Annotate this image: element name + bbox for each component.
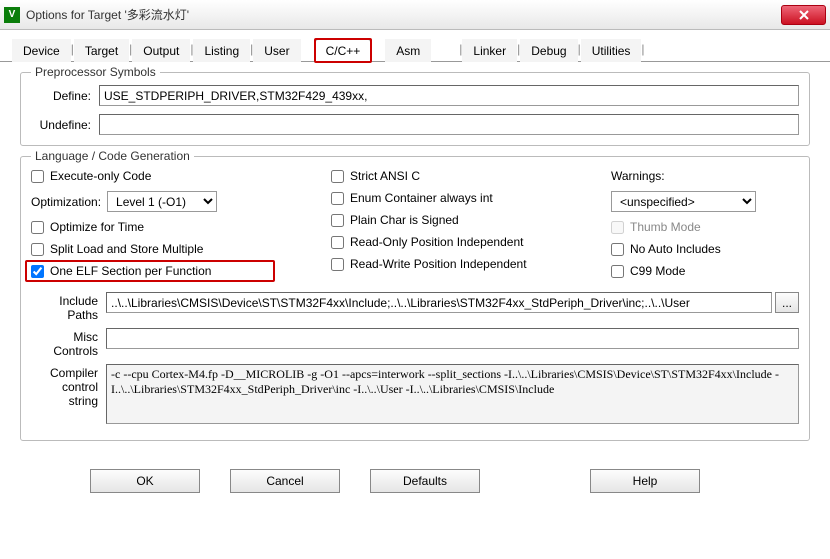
- app-icon: V: [4, 7, 20, 23]
- undefine-label: Undefine:: [31, 118, 99, 132]
- tab-c-cpp[interactable]: C/C++: [315, 39, 372, 62]
- enum-container-checkbox[interactable]: Enum Container always int: [331, 191, 591, 205]
- thumb-checkbox: Thumb Mode: [611, 220, 791, 234]
- optimization-label: Optimization:: [31, 195, 101, 209]
- include-paths-input[interactable]: [106, 292, 772, 313]
- optimize-time-checkbox[interactable]: Optimize for Time: [31, 220, 311, 234]
- c99-checkbox[interactable]: C99 Mode: [611, 264, 791, 278]
- ok-button[interactable]: OK: [90, 469, 200, 493]
- language-group: Language / Code Generation Execute-only …: [20, 156, 810, 441]
- tab-user[interactable]: User: [253, 39, 300, 62]
- compiler-string-label: Compiler control string: [31, 364, 106, 408]
- rw-pos-checkbox[interactable]: Read-Write Position Independent: [331, 257, 591, 271]
- strict-ansi-checkbox[interactable]: Strict ANSI C: [331, 169, 591, 183]
- no-auto-checkbox[interactable]: No Auto Includes: [611, 242, 791, 256]
- define-input[interactable]: [99, 85, 799, 106]
- warnings-label: Warnings:: [611, 169, 791, 183]
- tab-bar: Device| Target| Output| Listing| User C/…: [0, 30, 830, 62]
- warnings-combo[interactable]: <unspecified>: [611, 191, 756, 212]
- ro-pos-checkbox[interactable]: Read-Only Position Independent: [331, 235, 591, 249]
- tab-output[interactable]: Output: [132, 39, 190, 62]
- tab-listing[interactable]: Listing: [193, 39, 250, 62]
- misc-controls-label: Misc Controls: [31, 328, 106, 358]
- undefine-input[interactable]: [99, 114, 799, 135]
- tab-debug[interactable]: Debug: [520, 39, 577, 62]
- compiler-string-text: -c --cpu Cortex-M4.fp -D__MICROLIB -g -O…: [106, 364, 799, 424]
- titlebar: V Options for Target '多彩流水灯': [0, 0, 830, 30]
- cancel-button[interactable]: Cancel: [230, 469, 340, 493]
- execute-only-checkbox[interactable]: Execute-only Code: [31, 169, 311, 183]
- include-paths-browse[interactable]: ...: [775, 292, 799, 313]
- defaults-button[interactable]: Defaults: [370, 469, 480, 493]
- preprocessor-group: Preprocessor Symbols Define: Undefine:: [20, 72, 810, 146]
- tab-utilities[interactable]: Utilities: [581, 39, 642, 62]
- tab-device[interactable]: Device: [12, 39, 71, 62]
- tab-target[interactable]: Target: [74, 39, 129, 62]
- define-label: Define:: [31, 89, 99, 103]
- plain-char-checkbox[interactable]: Plain Char is Signed: [331, 213, 591, 227]
- tab-asm[interactable]: Asm: [385, 39, 431, 62]
- footer: OK Cancel Defaults Help: [0, 461, 830, 493]
- optimization-combo[interactable]: Level 1 (-O1): [107, 191, 217, 212]
- split-load-checkbox[interactable]: Split Load and Store Multiple: [31, 242, 311, 256]
- close-button[interactable]: [781, 5, 826, 25]
- include-paths-label: Include Paths: [31, 292, 106, 322]
- one-elf-checkbox[interactable]: One ELF Section per Function: [31, 264, 311, 278]
- help-button[interactable]: Help: [590, 469, 700, 493]
- window-title: Options for Target '多彩流水灯': [26, 6, 781, 23]
- preprocessor-title: Preprocessor Symbols: [31, 65, 160, 79]
- misc-controls-input[interactable]: [106, 328, 799, 349]
- close-icon: [798, 10, 810, 20]
- language-title: Language / Code Generation: [31, 149, 194, 163]
- tab-linker[interactable]: Linker: [462, 39, 517, 62]
